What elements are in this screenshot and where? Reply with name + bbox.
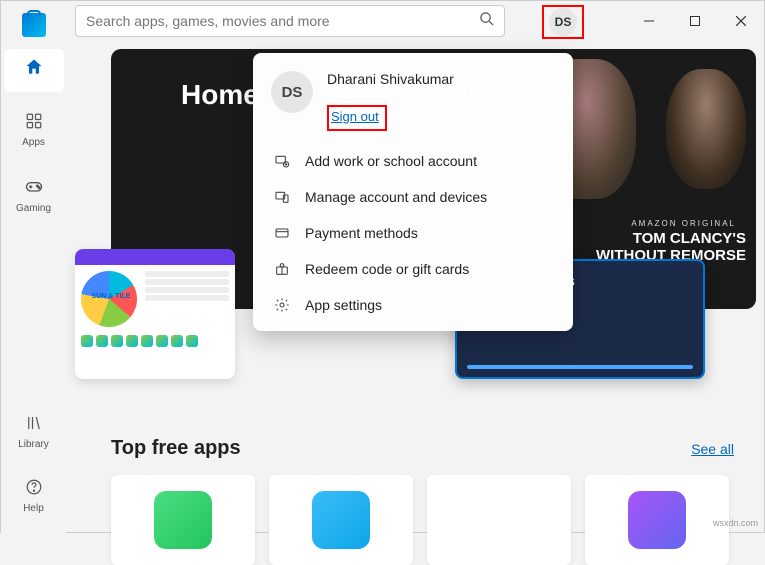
hero-face-image bbox=[666, 69, 746, 189]
add-account-icon bbox=[273, 152, 291, 170]
library-icon bbox=[25, 414, 43, 437]
menu-item-payment[interactable]: Payment methods bbox=[253, 215, 573, 251]
account-menu: DS Dharani Shivakumar Sign out Add work … bbox=[253, 53, 573, 331]
close-button[interactable] bbox=[718, 1, 764, 41]
sidebar-item-label: Help bbox=[23, 503, 44, 514]
menu-item-label: Redeem code or gift cards bbox=[305, 261, 469, 277]
sidebar-item-apps[interactable]: Apps bbox=[4, 104, 64, 156]
sign-out-link[interactable]: Sign out bbox=[327, 105, 387, 131]
avatar: DS bbox=[271, 71, 313, 113]
page-title: Home bbox=[181, 79, 259, 111]
profile-button[interactable]: DS bbox=[542, 5, 584, 39]
minimize-button[interactable] bbox=[626, 1, 672, 41]
devices-icon bbox=[273, 188, 291, 206]
help-icon bbox=[25, 478, 43, 501]
gift-icon bbox=[273, 260, 291, 278]
maximize-button[interactable] bbox=[672, 1, 718, 41]
sidebar-item-home[interactable] bbox=[4, 49, 64, 92]
app-card[interactable] bbox=[269, 475, 413, 565]
credit-card-icon bbox=[273, 224, 291, 242]
menu-item-label: Payment methods bbox=[305, 225, 418, 241]
sidebar-item-label: Gaming bbox=[16, 203, 51, 214]
account-profile-row: DS Dharani Shivakumar Sign out bbox=[253, 67, 573, 143]
carousel-prev-card[interactable]: SUN & TILE bbox=[75, 249, 235, 379]
home-icon bbox=[24, 57, 44, 82]
search-icon[interactable] bbox=[479, 11, 494, 31]
menu-item-app-settings[interactable]: App settings bbox=[253, 287, 573, 323]
hero-overline: AMAZON ORIGINAL bbox=[631, 219, 736, 228]
see-all-link[interactable]: See all bbox=[691, 441, 734, 457]
profile-email-redacted bbox=[327, 89, 467, 99]
profile-name: Dharani Shivakumar bbox=[327, 71, 467, 87]
app-icon bbox=[628, 491, 686, 549]
sidebar-item-gaming[interactable]: Gaming bbox=[4, 168, 64, 222]
store-logo-icon bbox=[22, 13, 46, 37]
apps-icon bbox=[25, 112, 43, 135]
gaming-icon bbox=[24, 176, 44, 201]
search-bar[interactable] bbox=[75, 5, 505, 37]
app-icon bbox=[154, 491, 212, 549]
sidebar-item-label: Library bbox=[18, 439, 49, 450]
menu-item-manage-account[interactable]: Manage account and devices bbox=[253, 179, 573, 215]
sidebar-item-library[interactable]: Library bbox=[4, 406, 64, 458]
app-icon bbox=[470, 491, 528, 549]
app-card[interactable] bbox=[585, 475, 729, 565]
search-input[interactable] bbox=[86, 13, 479, 29]
app-icon bbox=[312, 491, 370, 549]
menu-item-label: App settings bbox=[305, 297, 382, 313]
gear-icon bbox=[273, 296, 291, 314]
watermark: wsxdn.com bbox=[713, 518, 758, 528]
sidebar-item-label: Apps bbox=[22, 137, 45, 148]
avatar: DS bbox=[549, 8, 577, 36]
sidebar: Apps Gaming Library Help bbox=[1, 1, 66, 534]
menu-item-add-work-account[interactable]: Add work or school account bbox=[253, 143, 573, 179]
menu-item-redeem[interactable]: Redeem code or gift cards bbox=[253, 251, 573, 287]
section-header: Top free apps See all bbox=[111, 437, 734, 460]
progress-indicator bbox=[467, 365, 693, 369]
window-controls bbox=[626, 1, 764, 41]
app-card[interactable] bbox=[427, 475, 571, 565]
menu-item-label: Manage account and devices bbox=[305, 189, 487, 205]
app-card[interactable] bbox=[111, 475, 255, 565]
sidebar-item-help[interactable]: Help bbox=[4, 470, 64, 522]
section-title: Top free apps bbox=[111, 437, 241, 460]
menu-item-label: Add work or school account bbox=[305, 153, 477, 169]
app-grid bbox=[111, 475, 729, 565]
